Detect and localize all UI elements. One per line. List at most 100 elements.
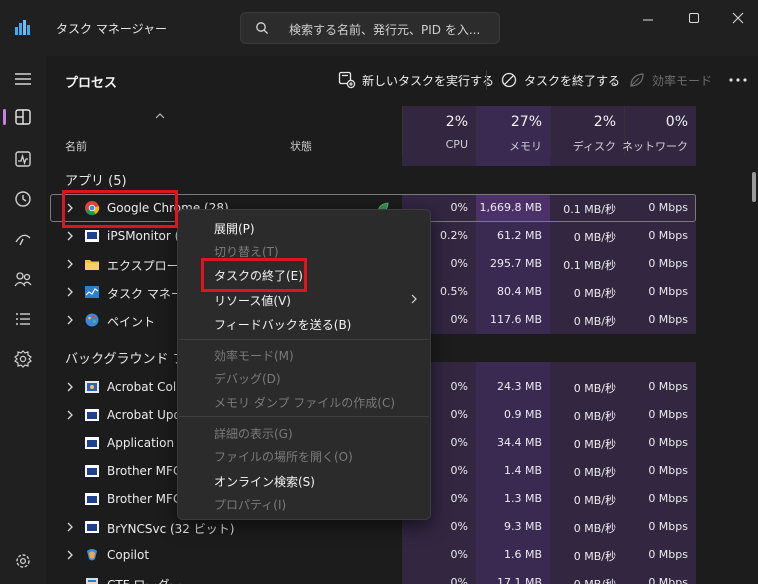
process-name: Brother MFC [107, 492, 182, 506]
menu-item-open-file-location[interactable]: ファイルの場所を開く(O) [214, 448, 353, 465]
memory-value: 34.4 MB [496, 436, 542, 449]
toolbar: プロセス 新しいタスクを実行する タスクを終了する 効率モード [46, 56, 758, 104]
search-input[interactable]: 検索する名前、発行元、PID を入... [240, 12, 500, 44]
scrollbar-thumb[interactable] [752, 172, 756, 202]
startup-apps-icon[interactable] [12, 228, 34, 250]
page-title: プロセス [65, 76, 118, 91]
memory-value: 1.4 MB [503, 464, 542, 477]
leaf-icon [630, 73, 644, 87]
process-name: Acrobat Colla [107, 380, 187, 394]
run-new-task-label: 新しいタスクを実行する [362, 74, 495, 88]
process-name: CTF ローダー [107, 576, 181, 584]
cpu-value: 0% [450, 464, 468, 477]
memory-value: 0.9 MB [503, 408, 542, 421]
window-title: タスク マネージャー [56, 22, 167, 36]
network-total: 0% [665, 114, 688, 130]
cpu-label: CPU [445, 138, 468, 151]
memory-column-header[interactable]: 27% メモリ [476, 106, 550, 156]
expand-chevron-icon[interactable] [66, 287, 74, 297]
apps-section-header[interactable]: アプリ (5) [65, 170, 127, 189]
menu-item-debug[interactable]: デバッグ(D) [214, 370, 281, 387]
context-menu: 展開(P) 切り替え(T) タスクの終了(E) リソース値(V) フィードバック… [177, 209, 431, 520]
cpu-value: 0.2% [440, 229, 468, 242]
expand-chevron-icon[interactable] [66, 550, 74, 560]
disk-value: 0.1 MB/秒 [563, 203, 616, 216]
menu-item-resource-values[interactable]: リソース値(V) [214, 292, 291, 309]
users-icon[interactable] [12, 268, 34, 290]
process-name: ペイント [107, 315, 156, 329]
process-row-copilot[interactable]: Copilot 0% 1.6 MB 0 MB/秒 0 Mbps [46, 541, 758, 569]
disk-value: 0 MB/秒 [573, 494, 616, 507]
more-options-icon[interactable] [726, 70, 750, 90]
disk-value: 0 MB/秒 [574, 576, 616, 584]
ctf-loader-icon [86, 578, 98, 584]
menu-separator [179, 339, 429, 340]
disk-value: 0 MB/秒 [573, 550, 616, 563]
expand-chevron-icon[interactable] [66, 259, 74, 269]
cpu-value: 0% [450, 492, 468, 505]
settings-gear-icon[interactable] [12, 550, 34, 572]
memory-value: 117.6 MB [489, 313, 542, 326]
expand-chevron-icon[interactable] [66, 382, 74, 392]
minimize-icon [643, 19, 653, 21]
menu-item-expand[interactable]: 展開(P) [214, 220, 255, 237]
performance-icon[interactable] [12, 148, 34, 170]
details-icon[interactable] [12, 308, 34, 330]
minimize-button[interactable] [628, 8, 668, 30]
active-nav-indicator [3, 109, 6, 125]
network-column-header[interactable]: 0% ネットワーク [622, 106, 696, 156]
cpu-value: 0% [450, 257, 468, 270]
annotation-highlight-end-task [201, 258, 307, 292]
process-row-ctf-loader[interactable]: CTF ローダー 0% 17.1 MB 0 MB/秒 0 Mbps [46, 569, 758, 584]
close-button[interactable] [718, 8, 758, 30]
apps-section-gap [402, 166, 696, 194]
menu-item-create-dump[interactable]: メモリ ダンプ ファイルの作成(C) [214, 394, 395, 411]
expand-chevron-icon[interactable] [66, 410, 74, 420]
ipsmonitor-icon [85, 230, 99, 242]
status-column-header[interactable]: 状態 [290, 138, 312, 154]
hamburger-menu-icon[interactable] [12, 68, 34, 90]
memory-value: 24.3 MB [496, 380, 542, 393]
menu-item-online-search[interactable]: オンライン検索(S) [214, 473, 315, 490]
disk-column-header[interactable]: 2% ディスク [550, 106, 624, 156]
network-value: 0 Mbps [648, 229, 688, 242]
expand-chevron-icon[interactable] [66, 522, 74, 532]
expand-chevron-icon[interactable] [66, 315, 74, 325]
menu-item-details[interactable]: 詳細の表示(G) [214, 425, 293, 442]
window-app-icon [85, 409, 99, 421]
services-icon[interactable] [12, 348, 34, 370]
disk-value: 0 MB/秒 [573, 287, 616, 300]
process-name: iPSMonitor (3 [107, 229, 187, 243]
menu-item-efficiency-mode[interactable]: 効率モード(M) [214, 347, 294, 364]
menu-item-feedback[interactable]: フィードバックを送る(B) [214, 316, 351, 333]
cpu-value: 0% [450, 313, 468, 326]
process-name: BrYNCSvc (32 ビット) [107, 522, 235, 536]
toolbar-divider [486, 70, 487, 90]
processes-icon[interactable] [12, 106, 34, 128]
network-value: 0 Mbps [648, 201, 688, 214]
background-section-header[interactable]: バックグラウンド プ [65, 348, 186, 367]
network-value: 0 Mbps [648, 257, 688, 270]
name-column-header[interactable]: 名前 [65, 138, 87, 154]
process-name: Copilot [107, 548, 150, 562]
menu-item-properties[interactable]: プロパティ(I) [214, 496, 286, 513]
end-task-label: タスクを終了する [524, 74, 621, 88]
copilot-icon [87, 549, 97, 561]
maximize-button[interactable] [674, 8, 714, 30]
network-value: 0 Mbps [648, 380, 688, 393]
network-value: 0 Mbps [648, 408, 688, 421]
background-section-gap [402, 334, 696, 362]
search-placeholder: 検索する名前、発行元、PID を入... [289, 23, 481, 37]
cpu-value: 0% [450, 380, 468, 393]
expand-chevron-icon[interactable] [66, 231, 74, 241]
sort-ascending-icon [155, 113, 165, 119]
cpu-column-header[interactable]: 2% CPU [402, 106, 476, 156]
disk-value: 0 MB/秒 [573, 231, 616, 244]
network-value: 0 Mbps [648, 464, 688, 477]
memory-value: 80.4 MB [496, 285, 542, 298]
cpu-value: 0% [450, 576, 468, 584]
app-history-icon[interactable] [12, 188, 34, 210]
memory-value: 1,669.8 MB [479, 201, 542, 214]
window-app-icon [85, 465, 99, 477]
task-manager-icon [85, 286, 99, 298]
